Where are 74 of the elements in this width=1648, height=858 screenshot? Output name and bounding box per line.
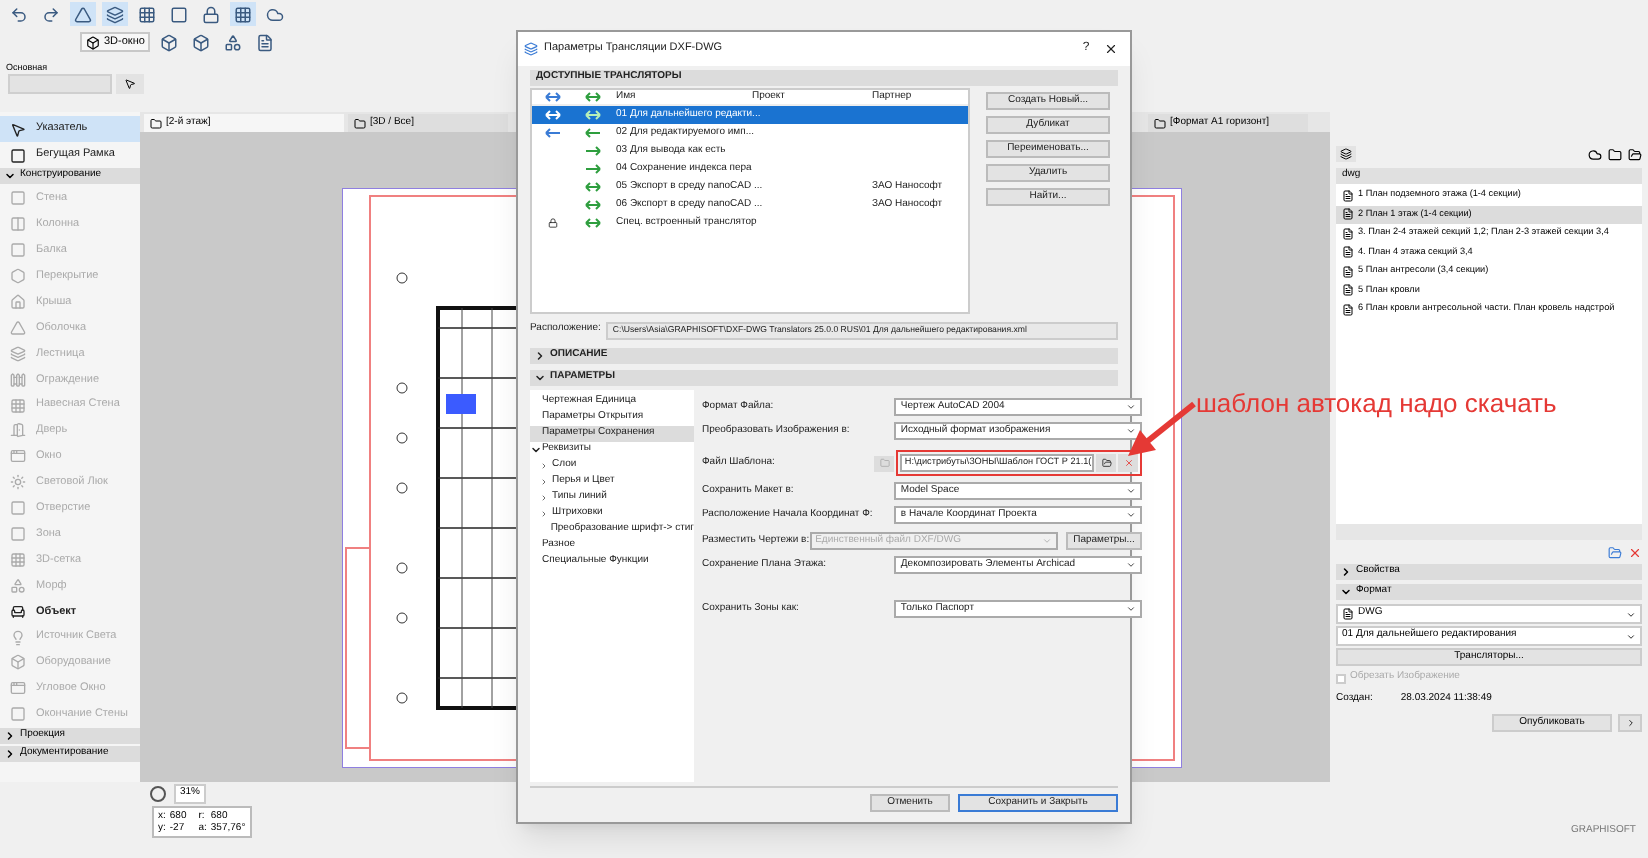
column-icon [10,216,26,233]
frame-icon [10,147,26,163]
folder-icon [1154,117,1166,129]
browse-button[interactable] [1096,454,1117,472]
pointer-icon [124,78,136,90]
window-icon [10,448,26,465]
zoom-icon[interactable] [150,786,166,802]
document-icon [1342,208,1354,221]
app-icon [524,42,538,56]
close-icon[interactable] [1104,42,1118,56]
caret-icon [1126,426,1137,437]
two-way-arrow-icon [583,92,601,102]
layers-icon [1340,148,1352,160]
morph-icon [10,577,26,594]
two-way-arrow-icon [583,200,601,210]
right-arrow-icon [583,164,601,174]
two-way-arrow-icon [583,182,601,192]
caret-icon [4,170,16,182]
document-icon [1342,246,1354,259]
folder-icon [879,458,890,468]
caret-icon [1625,717,1635,727]
cube-icon [86,35,100,49]
cloud-icon[interactable] [1588,147,1602,161]
document-icon[interactable] [256,33,275,51]
folder-open-icon[interactable] [1628,147,1642,161]
folder-icon [354,117,366,129]
mesh-icon [10,551,26,568]
document-icon [1342,265,1354,278]
cube-icon[interactable] [160,33,179,51]
caret-icon [1041,535,1052,546]
caret-icon [1126,560,1137,571]
two-way-arrow-icon [583,110,601,120]
two-way-arrow-icon [583,218,601,228]
railing-icon [10,371,26,388]
left-arrow-icon [543,128,561,138]
two-way-arrow-icon [543,92,561,102]
redo-icon[interactable] [42,5,60,23]
two-way-arrow-icon [543,110,561,120]
folder-icon[interactable] [1608,147,1622,161]
toolbar-button[interactable] [116,74,144,94]
toolbar-button[interactable] [1336,146,1356,162]
lock-icon[interactable] [202,5,220,23]
annotation-text: шаблон автокад надо скачать [1196,386,1557,422]
box-icon[interactable] [192,33,211,51]
grid-icon[interactable] [138,5,156,23]
undo-icon[interactable] [10,5,28,23]
document-icon [1342,284,1354,297]
roof-icon [10,294,26,310]
clear-button[interactable] [1118,454,1139,472]
lock-icon [547,218,557,228]
document-icon [1342,189,1354,202]
document-icon [1342,608,1354,620]
document-icon [1342,303,1354,316]
square-icon[interactable] [170,5,188,23]
lamp-icon [10,629,26,646]
caret-icon [1126,510,1137,521]
grid-wall-icon [10,397,26,414]
object-icon [10,603,26,620]
palette-toolbar [8,74,112,94]
document-icon [1342,227,1354,240]
right-arrow-icon [583,146,601,156]
delete-icon[interactable] [1628,545,1642,559]
folder-icon [150,117,162,129]
caret-icon [1126,485,1137,496]
caret-icon [1126,603,1137,614]
left-arrow-icon [583,128,601,138]
caret-icon [1626,609,1636,619]
pointer-icon [10,121,26,137]
caret-icon [1126,401,1137,412]
horizontal-scrollbar[interactable] [1336,524,1642,540]
cloud-icon[interactable] [266,5,284,23]
folder-icon [1101,458,1112,468]
caret-icon [1626,631,1636,641]
door-icon [10,422,26,439]
